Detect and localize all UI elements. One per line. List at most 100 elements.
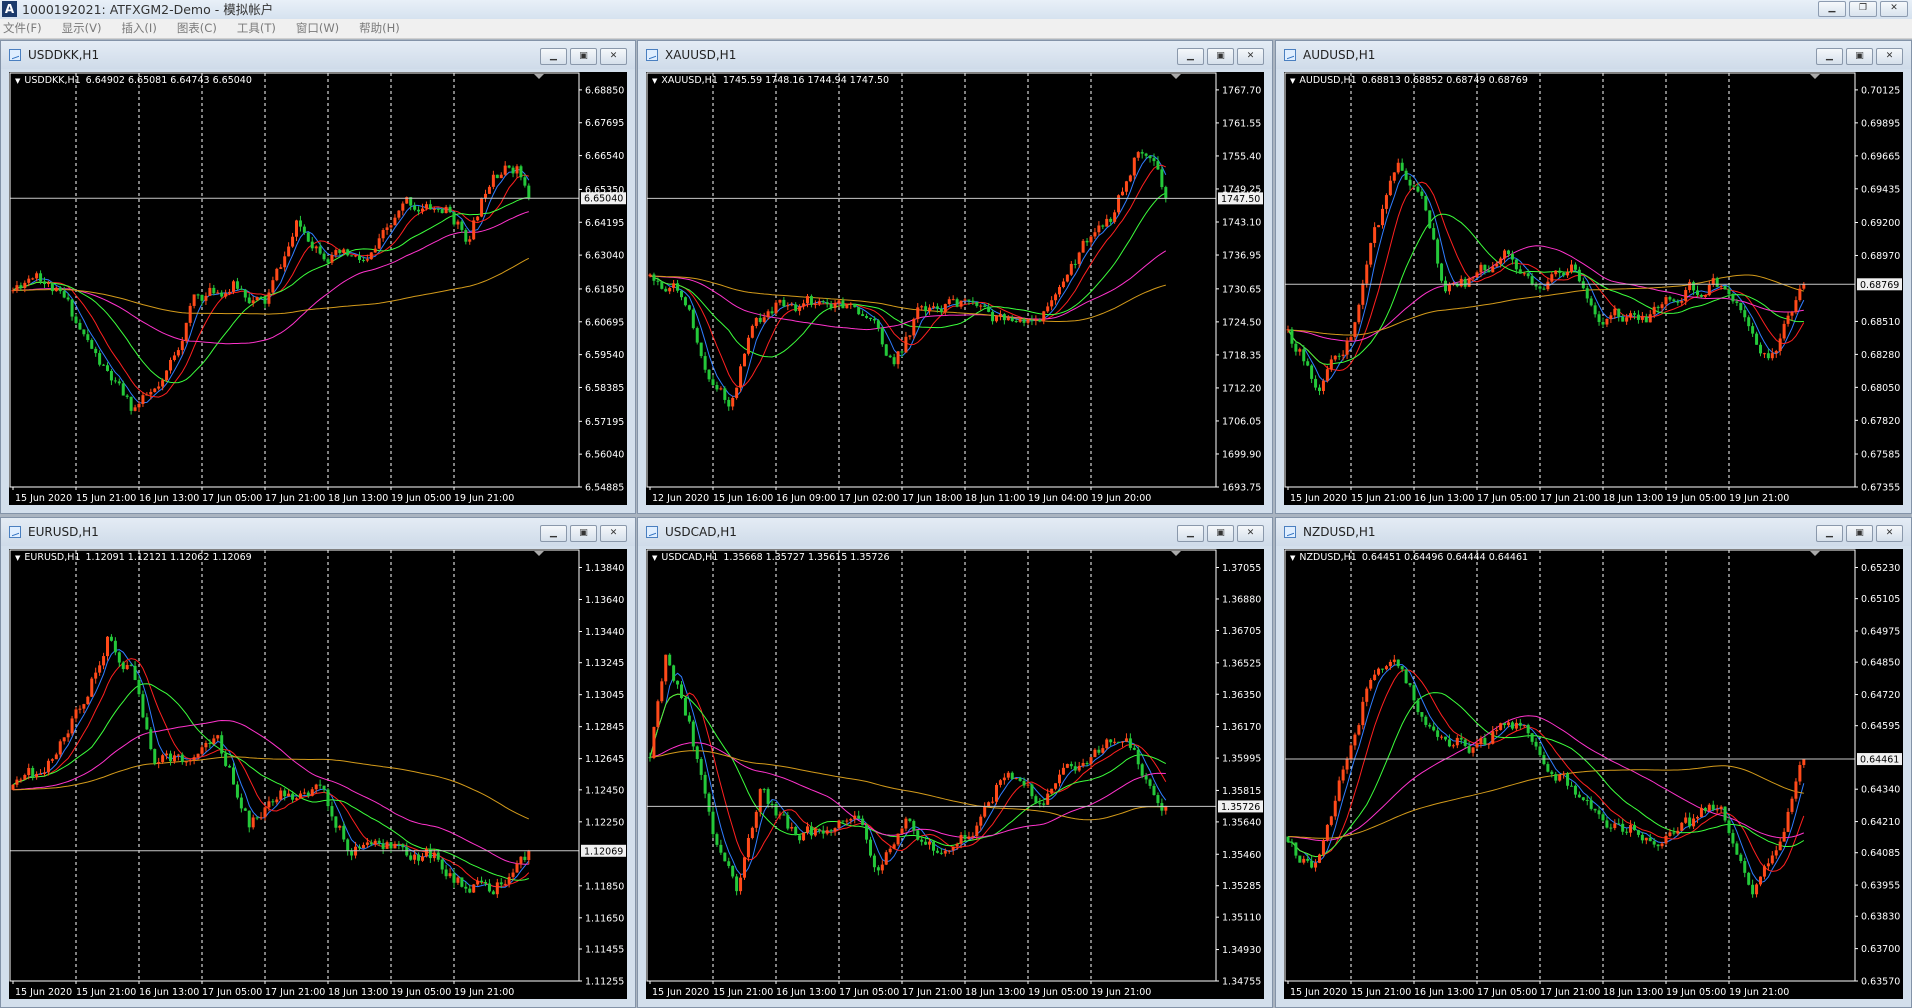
window-minimize-button[interactable]: ▁: [1816, 525, 1843, 542]
bear-candle: [1538, 743, 1542, 757]
window-close-button[interactable]: ✕: [1237, 525, 1264, 542]
window-maximize-button[interactable]: ▣: [1846, 525, 1873, 542]
chart-window-title-bar[interactable]: AUDUSD,H1 ▁ ▣ ✕: [1276, 41, 1911, 69]
window-close-button[interactable]: ✕: [1876, 525, 1903, 542]
chart-window-xauusd[interactable]: XAUUSD,H1 ▁ ▣ ✕ 12 Jun 2020 15 Jun 16:00 16 Ju…: [637, 40, 1273, 514]
x-tick-label: 18 Jun 13:00: [328, 987, 388, 998]
menu-view[interactable]: 显示(V): [59, 19, 111, 38]
chart-shift-marker-icon[interactable]: [534, 74, 544, 79]
bull-candle: [1369, 242, 1373, 268]
menu-tools[interactable]: 工具(T): [234, 19, 285, 38]
bear-candle: [1585, 285, 1589, 303]
window-close-button[interactable]: ✕: [600, 48, 627, 65]
price-chart[interactable]: 12 Jun 2020 15 Jun 16:00 16 Jun 09:00 17 Ju…: [646, 72, 1264, 505]
chart-shift-marker-icon[interactable]: [1171, 551, 1181, 556]
chart-canvas[interactable]: 15 Jun 2020 15 Jun 21:00 16 Jun 13:00 17 Ju…: [646, 549, 1264, 999]
chart-window-title-bar[interactable]: USDCAD,H1 ▁ ▣ ✕: [638, 518, 1272, 546]
chart-shift-marker-icon[interactable]: [1171, 74, 1181, 79]
window-maximize-button[interactable]: ▣: [570, 48, 597, 65]
bull-candle: [1759, 876, 1762, 887]
chart-window-title-bar[interactable]: XAUUSD,H1 ▁ ▣ ✕: [638, 41, 1272, 69]
chart-window-usddkk[interactable]: USDDKK,H1 ▁ ▣ ✕ 15 Jun 2020 15 Jun 21:00 16 Ju…: [0, 40, 636, 514]
price-chart[interactable]: 15 Jun 2020 15 Jun 21:00 16 Jun 13:00 17 Ju…: [9, 72, 627, 505]
bull-candle: [1353, 321, 1357, 341]
bear-candle: [711, 806, 715, 838]
bull-candle: [389, 224, 393, 229]
window-maximize-button[interactable]: ▣: [1207, 48, 1234, 65]
window-minimize-button[interactable]: ▁: [1177, 48, 1204, 65]
window-minimize-button[interactable]: ▁: [1177, 525, 1204, 542]
collapse-triangle-icon[interactable]: ▼: [1290, 554, 1295, 562]
price-chart[interactable]: 15 Jun 2020 15 Jun 21:00 16 Jun 13:00 17 Ju…: [1284, 549, 1903, 999]
app-restore-button[interactable]: ❐: [1849, 1, 1877, 17]
bear-candle: [346, 838, 350, 856]
collapse-triangle-icon[interactable]: ▼: [15, 77, 20, 85]
bull-candle: [251, 814, 255, 830]
menu-help[interactable]: 帮助(H): [356, 19, 409, 38]
bull-candle: [1081, 239, 1085, 253]
chart-canvas[interactable]: 12 Jun 2020 15 Jun 16:00 16 Jun 09:00 17 Ju…: [646, 72, 1264, 505]
price-chart[interactable]: 15 Jun 2020 15 Jun 21:00 16 Jun 13:00 17 Ju…: [646, 549, 1264, 999]
app-minimize-button[interactable]: ▁: [1818, 1, 1846, 17]
chart-canvas[interactable]: 15 Jun 2020 15 Jun 21:00 16 Jun 13:00 17 Ju…: [9, 549, 627, 999]
bull-candle: [456, 219, 460, 229]
bull-candle: [153, 387, 157, 393]
y-tick-label: 1.12845: [585, 722, 624, 733]
bull-candle: [1692, 814, 1696, 830]
bear-candle: [770, 306, 774, 316]
window-minimize-button[interactable]: ▁: [540, 48, 567, 65]
ohlc-values: 1.12091 1.12121 1.12062 1.12069: [85, 552, 252, 563]
bull-candle: [743, 353, 746, 367]
menu-insert[interactable]: 插入(I): [118, 19, 165, 38]
window-maximize-button[interactable]: ▣: [1846, 48, 1873, 65]
bull-candle: [295, 219, 298, 242]
menu-window[interactable]: 窗口(W): [293, 19, 348, 38]
price-chart[interactable]: 15 Jun 2020 15 Jun 21:00 16 Jun 13:00 17 Ju…: [1284, 72, 1903, 505]
window-minimize-button[interactable]: ▁: [540, 525, 567, 542]
chart-window-eurusd[interactable]: EURUSD,H1 ▁ ▣ ✕ 15 Jun 2020 15 Jun 21:00 16 Ju…: [0, 517, 636, 1008]
menu-file[interactable]: 文件(F): [0, 19, 51, 38]
price-chart[interactable]: 15 Jun 2020 15 Jun 21:00 16 Jun 13:00 17 Ju…: [9, 549, 627, 999]
bear-candle: [1542, 286, 1546, 291]
collapse-triangle-icon[interactable]: ▼: [15, 554, 20, 562]
chart-window-audusd[interactable]: AUDUSD,H1 ▁ ▣ ✕ 15 Jun 2020 15 Jun 21:00 16 Ju…: [1275, 40, 1912, 514]
bull-candle: [1550, 272, 1554, 284]
collapse-triangle-icon[interactable]: ▼: [1290, 77, 1295, 85]
app-close-button[interactable]: ✕: [1880, 1, 1908, 17]
y-tick-label: 0.67585: [1861, 450, 1900, 461]
bull-candle: [165, 370, 169, 382]
chart-window-title-bar[interactable]: NZDUSD,H1 ▁ ▣ ✕: [1276, 518, 1911, 546]
bull-candle: [746, 334, 750, 356]
chart-shift-marker-icon[interactable]: [1810, 74, 1820, 79]
bull-candle: [1388, 659, 1392, 670]
y-tick-label: 6.58385: [585, 383, 624, 394]
window-maximize-button[interactable]: ▣: [570, 525, 597, 542]
chart-window-usdcad[interactable]: USDCAD,H1 ▁ ▣ ✕ 15 Jun 2020 15 Jun 21:00 16 Ju…: [637, 517, 1273, 1008]
window-maximize-button[interactable]: ▣: [1207, 525, 1234, 542]
bull-candle: [216, 289, 220, 294]
window-close-button[interactable]: ✕: [600, 525, 627, 542]
window-close-button[interactable]: ✕: [1876, 48, 1903, 65]
chart-window-nzdusd[interactable]: NZDUSD,H1 ▁ ▣ ✕ 15 Jun 2020 15 Jun 21:00 16 Ju…: [1275, 517, 1912, 1008]
window-minimize-button[interactable]: ▁: [1816, 48, 1843, 65]
bear-candle: [1294, 340, 1298, 356]
bear-candle: [1688, 812, 1692, 829]
chart-window-title-bar[interactable]: USDDKK,H1 ▁ ▣ ✕: [1, 41, 635, 69]
chart-canvas[interactable]: 15 Jun 2020 15 Jun 21:00 16 Jun 13:00 17 Ju…: [1284, 549, 1903, 999]
chart-shift-marker-icon[interactable]: [534, 551, 544, 556]
bear-candle: [1743, 305, 1747, 322]
window-close-button[interactable]: ✕: [1237, 48, 1264, 65]
bull-candle: [90, 676, 94, 697]
bear-candle: [691, 308, 695, 330]
y-tick-label: 1724.50: [1222, 317, 1261, 328]
bull-candle: [188, 758, 192, 766]
collapse-triangle-icon[interactable]: ▼: [652, 77, 657, 85]
chart-window-title-bar[interactable]: EURUSD,H1 ▁ ▣ ✕: [1, 518, 635, 546]
collapse-triangle-icon[interactable]: ▼: [652, 554, 657, 562]
chart-canvas[interactable]: 15 Jun 2020 15 Jun 21:00 16 Jun 13:00 17 Ju…: [9, 72, 627, 505]
bear-candle: [1542, 751, 1546, 766]
chart-canvas[interactable]: 15 Jun 2020 15 Jun 21:00 16 Jun 13:00 17 Ju…: [1284, 72, 1903, 505]
bear-candle: [1310, 364, 1314, 384]
chart-shift-marker-icon[interactable]: [1810, 551, 1820, 556]
menu-charts[interactable]: 图表(C): [174, 19, 226, 38]
